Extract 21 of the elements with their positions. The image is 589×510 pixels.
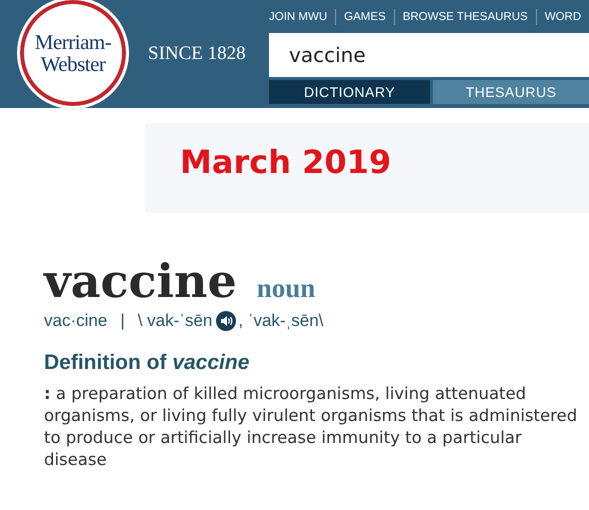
nav-link[interactable]: BROWSE THESAURUS — [394, 8, 536, 24]
tab[interactable]: DICTIONARY — [269, 80, 430, 104]
logo-text: Webster — [40, 53, 106, 75]
speaker-icon[interactable] — [216, 311, 236, 331]
pronunciation: , ˈvak-ˌsēn\ — [238, 311, 324, 331]
syllables: vac·cine — [44, 311, 108, 331]
search-field[interactable]: vaccine — [269, 33, 589, 77]
date-note: March 2019 — [180, 143, 392, 181]
pronunciation: \ vak-ˈsēn — [138, 311, 212, 331]
definition-text: : a preparation of killed microorganisms, living attenuated organisms, or living fully virulent organisms that is administered to produce or artificially increase immunity to a particular disease — [44, 383, 578, 471]
nav-link[interactable]: JOIN MWU — [269, 8, 336, 24]
headword: vaccine — [44, 253, 237, 309]
definition-heading: Definition of vaccine — [44, 351, 250, 375]
tagline: SINCE 1828 — [148, 43, 246, 65]
logo-text: Merriam- — [34, 31, 112, 53]
tab[interactable]: THESAURUS — [433, 80, 589, 104]
nav-link[interactable]: GAMES — [335, 8, 394, 24]
separator: | — [120, 311, 125, 331]
logo-badge[interactable]: Merriam- Webster — [17, 0, 129, 109]
part-of-speech: noun — [256, 273, 316, 304]
nav-link[interactable]: WORD — [536, 8, 589, 24]
